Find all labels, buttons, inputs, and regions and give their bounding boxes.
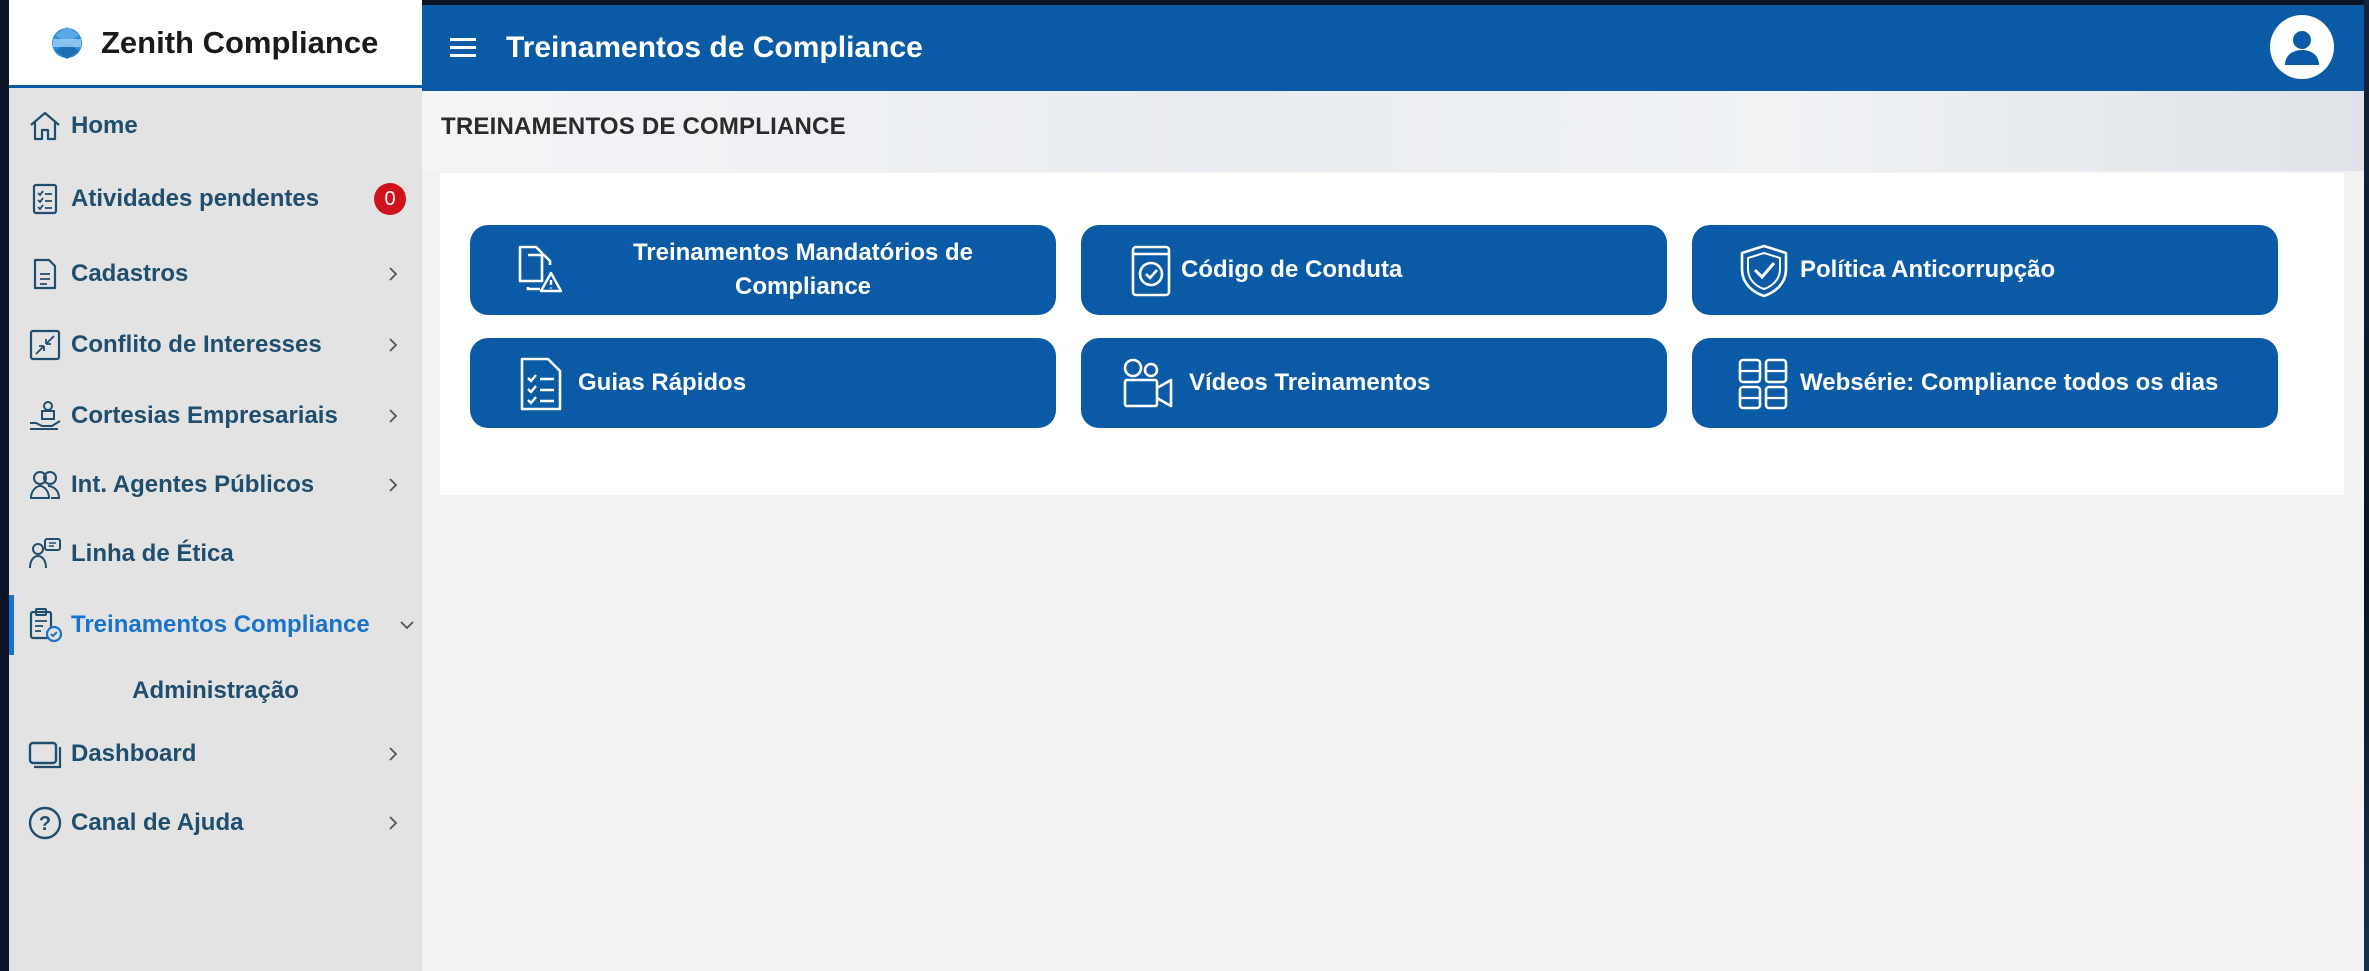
svg-text:?: ?	[39, 813, 51, 835]
sidebar-item-dashboard[interactable]: Dashboard	[9, 724, 422, 784]
tiles-card: Treinamentos Mandatórios de Compliance C…	[440, 173, 2344, 495]
user-avatar[interactable]	[2270, 15, 2334, 79]
tile-guias-rapidos[interactable]: Guias Rápidos	[470, 338, 1056, 428]
tile-politica-anticorrupcao[interactable]: Política Anticorrupção	[1692, 225, 2278, 315]
sidebar-item-treinamentos[interactable]: Treinamentos Compliance	[9, 595, 422, 655]
chevron-right-icon	[389, 267, 398, 281]
tile-videos-treinamentos[interactable]: Vídeos Treinamentos	[1081, 338, 1667, 428]
sidebar-item-agentes[interactable]: Int. Agentes Públicos	[9, 455, 422, 515]
chevron-down-icon	[400, 621, 414, 630]
chevron-right-icon	[389, 478, 398, 492]
sidebar-item-conflito[interactable]: Conflito de Interesses	[9, 315, 422, 375]
top-header: Treinamentos de Compliance	[422, 5, 2364, 91]
speaker-chat-icon	[27, 536, 63, 572]
sidebar-item-cortesias[interactable]: Cortesias Empresariais	[9, 386, 422, 446]
sidebar-item-label: Int. Agentes Públicos	[71, 471, 315, 498]
sidebar-item-label: Home	[71, 112, 138, 139]
hand-gift-icon	[27, 398, 63, 434]
sidebar-item-label: Canal de Ajuda	[71, 809, 244, 836]
people-icon	[27, 467, 63, 503]
documents-warning-icon	[518, 245, 563, 293]
user-icon	[2285, 31, 2319, 65]
chevron-right-icon	[389, 816, 398, 830]
shield-check-icon	[1740, 244, 1788, 298]
sidebar-item-label: Cadastros	[71, 260, 189, 287]
arrows-in-icon	[27, 327, 63, 363]
sidebar-item-label: Atividades pendentes	[71, 185, 320, 212]
brand-header[interactable]: Zenith Compliance	[9, 0, 422, 88]
sidebar-item-label: Treinamentos Compliance	[71, 611, 370, 638]
sidebar-item-label: Cortesias Empresariais	[71, 402, 338, 429]
tile-label: Vídeos Treinamentos	[1189, 369, 1431, 396]
sidebar-item-home[interactable]: Home	[9, 96, 422, 156]
tile-label: Política Anticorrupção	[1800, 256, 2056, 283]
checklist-icon	[520, 357, 562, 411]
logo-icon	[52, 26, 82, 59]
menu-toggle-icon[interactable]	[450, 36, 480, 60]
checklist-icon	[27, 181, 63, 217]
submenu-item-administracao[interactable]: Administração	[9, 666, 422, 716]
tile-codigo-conduta[interactable]: Código de Conduta	[1081, 225, 1667, 315]
main-content: TREINAMENTOS DE COMPLIANCE Treinamentos …	[422, 91, 2364, 971]
tile-treinamentos-mandatorios[interactable]: Treinamentos Mandatórios de Compliance	[470, 225, 1056, 315]
chevron-right-icon	[389, 409, 398, 423]
sidebar-item-label: Linha de Ética	[71, 540, 234, 567]
book-check-icon	[1131, 245, 1171, 297]
document-icon	[27, 256, 63, 292]
tile-webserie[interactable]: Websérie: Compliance todos os dias	[1692, 338, 2278, 428]
home-icon	[27, 108, 63, 144]
tile-label: Código de Conduta	[1181, 256, 1403, 283]
background-edge	[2364, 0, 2369, 971]
sidebar-item-canal-ajuda[interactable]: ? Canal de Ajuda	[9, 793, 422, 853]
header-title: Treinamentos de Compliance	[506, 31, 923, 64]
chevron-right-icon	[389, 747, 398, 761]
sidebar-item-linha-etica[interactable]: Linha de Ética	[9, 524, 422, 584]
tile-label: Websérie: Compliance todos os dias	[1800, 369, 2219, 396]
monitor-icon	[27, 736, 63, 772]
submenu-item-label: Administração	[132, 677, 299, 704]
chevron-right-icon	[389, 338, 398, 352]
sidebar-item-atividades[interactable]: Atividades pendentes 0	[9, 169, 422, 229]
video-camera-icon	[1123, 358, 1173, 408]
clipboard-check-icon	[27, 607, 63, 643]
tile-label: Guias Rápidos	[578, 369, 747, 396]
pending-count-badge: 0	[374, 183, 406, 215]
page-title: TREINAMENTOS DE COMPLIANCE	[441, 113, 846, 140]
brand-name: Zenith Compliance	[101, 24, 379, 60]
tile-label: Treinamentos Mandatórios de Compliance	[632, 239, 974, 300]
sidebar-item-label: Conflito de Interesses	[71, 331, 322, 358]
help-icon: ?	[27, 805, 63, 841]
sidebar-item-cadastros[interactable]: Cadastros	[9, 244, 422, 304]
sidebar-item-label: Dashboard	[71, 740, 197, 767]
grid-icon	[1738, 358, 1788, 410]
